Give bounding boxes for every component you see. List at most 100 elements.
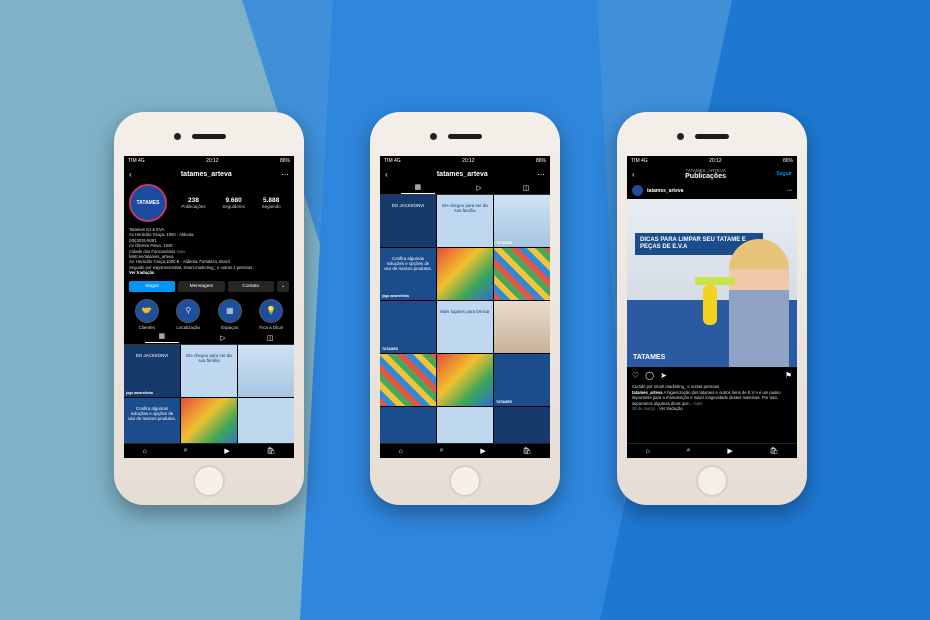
share-icon[interactable]: ➤	[660, 371, 667, 380]
bottom-nav: ⌂ ⌕ ▶ 🛍	[380, 443, 550, 458]
thumbnail-text: DO JACKSONVI	[391, 203, 425, 208]
grid-post-thumbnail[interactable]: TATAMES	[380, 301, 436, 353]
profile-tabs: ▦ ▷ ◫	[380, 182, 550, 195]
status-bar: TIM 4G 20:12 86%	[124, 156, 294, 166]
comment-icon[interactable]: ◯	[645, 371, 654, 380]
shop-icon[interactable]: 🛍	[267, 447, 276, 455]
grid-post-thumbnail[interactable]: Confira algumas soluções e opções de uso…	[124, 397, 180, 450]
grid-post-thumbnail[interactable]: DO JACKSONVI jogo amarelinha	[124, 344, 180, 397]
highlight-clientes[interactable]: 🤝 Clientes	[134, 298, 159, 330]
thumbnail-badge: TATAMES	[496, 400, 513, 404]
contact-button[interactable]: Contato	[227, 280, 274, 292]
post-avatar[interactable]	[632, 185, 643, 196]
highlight-localizacao[interactable]: ⚲ Localização	[176, 298, 201, 330]
grid-post-thumbnail[interactable]	[494, 301, 550, 353]
front-camera	[677, 133, 684, 140]
more-options-icon[interactable]: ⋯	[281, 170, 289, 179]
reels-icon[interactable]: ▶	[480, 447, 485, 455]
speaker-grille	[695, 134, 729, 139]
speaker-grille	[192, 134, 226, 139]
tagged-tab-icon[interactable]: ◫	[267, 334, 274, 342]
thumbnail-text: Mais lugares para brincar	[440, 309, 490, 314]
thumbnail-text: Ele chegou para ser da sua família	[442, 203, 488, 214]
shop-icon[interactable]: 🛍	[523, 447, 532, 455]
grid-tab-icon[interactable]: ▦	[400, 183, 436, 194]
search-icon[interactable]: ⌕	[440, 447, 444, 455]
translate-link[interactable]: Ver tradução	[659, 406, 683, 411]
home-button[interactable]	[449, 465, 481, 497]
reels-icon[interactable]: ▶	[727, 447, 732, 455]
reels-tab-icon[interactable]: ▷	[220, 334, 225, 342]
more-options-icon[interactable]: ⋯	[537, 170, 545, 179]
story-highlights: 🤝 Clientes ⚲ Localização ▦ Espaços 💡 Fica a …	[124, 294, 294, 332]
post-options-icon[interactable]: ⋯	[787, 188, 792, 194]
grid-post-thumbnail[interactable]: DO JACKSONVI	[380, 195, 436, 247]
home-icon[interactable]: ⌂	[142, 448, 146, 455]
stat-posts[interactable]: 238 Publicações	[181, 197, 205, 210]
shop-icon[interactable]: 🛍	[770, 447, 779, 455]
bookmark-icon[interactable]: ⚑	[785, 371, 792, 380]
grid-post-thumbnail[interactable]: Confira algumas soluções e opções de uso…	[380, 248, 436, 300]
caption-text: tatames_arteva A higienização dos tatame…	[632, 390, 792, 407]
grid-post-thumbnail[interactable]: Ele chegou para ser da sua família	[437, 195, 493, 247]
posts-title-text: Publicações	[685, 173, 726, 180]
home-button[interactable]	[193, 465, 225, 497]
bottom-nav: ⌂ ⌕ ▶ 🛍	[627, 443, 797, 458]
carrier-label: TIM 4G	[631, 158, 648, 164]
highlight-fica-a-dica[interactable]: 💡 Fica a Dica!	[259, 298, 284, 330]
post-image[interactable]: DICAS PARA LIMPAR SEU TATAME E PEÇAS DE …	[627, 199, 797, 367]
post-caption: Curtido por smart.marketing_ e outras pe…	[627, 384, 797, 412]
grid-post-thumbnail[interactable]: Ele chegou para ser da sua família	[181, 344, 237, 397]
stat-label: Publicações	[181, 203, 206, 209]
grid-post-thumbnail[interactable]	[437, 248, 493, 300]
more-link[interactable]: mais	[693, 401, 702, 406]
grid-tab-icon[interactable]: ▦	[144, 332, 180, 344]
clock: 20:12	[462, 158, 475, 164]
home-button[interactable]	[696, 465, 728, 497]
stat-label: Seguidores	[222, 203, 245, 209]
message-button[interactable]: Mensagem	[178, 280, 225, 292]
post-actions: ♡ ◯ ➤ ⚑	[627, 367, 797, 384]
profile-header: ‹ tatames_arteva ⋯	[380, 166, 550, 182]
glove-shape	[703, 285, 717, 325]
post-date: 28 de março	[632, 406, 656, 411]
avatar[interactable]: TATAMES	[129, 184, 167, 222]
clock: 20:12	[206, 158, 219, 164]
search-icon[interactable]: ⌕	[184, 447, 188, 455]
suggested-accounts-button[interactable]: ⌄	[276, 280, 289, 292]
brand-logo: TATAMES	[633, 354, 666, 361]
home-icon[interactable]: ⌂	[398, 448, 402, 455]
follow-link[interactable]: Seguir	[776, 171, 792, 177]
heart-icon[interactable]: ♡	[632, 371, 639, 380]
highlight-label: Clientes	[138, 324, 155, 330]
grid-post-thumbnail[interactable]	[238, 344, 294, 397]
phone-grid: TIM 4G 20:12 86% ‹ tatames_arteva ⋯ ▦ ▷ …	[370, 112, 560, 505]
reels-icon[interactable]: ▶	[224, 447, 229, 455]
grid-post-thumbnail[interactable]: TATAMES	[494, 195, 550, 247]
stat-followers[interactable]: 9.680 Seguidores	[222, 197, 245, 210]
more-link[interactable]: mais	[177, 249, 186, 254]
grid-post-thumbnail[interactable]: TATAMES	[494, 354, 550, 406]
grid-post-thumbnail[interactable]: Mais lugares para brincar	[437, 301, 493, 353]
home-icon[interactable]: ⌂	[645, 448, 649, 455]
highlight-espacos[interactable]: ▦ Espaços	[217, 298, 242, 330]
battery-label: 86%	[782, 158, 793, 164]
grid-post-thumbnail[interactable]: TATAMES	[238, 397, 294, 450]
follow-button[interactable]: Seguir	[129, 280, 176, 292]
bio-line-text: Cidade dos Funcionários	[129, 248, 176, 254]
caption-username[interactable]: tatames_arteva	[632, 390, 663, 395]
tagged-tab-icon[interactable]: ◫	[523, 184, 530, 192]
stat-following[interactable]: 5.888 Seguindo	[262, 197, 281, 210]
grid-post-thumbnail[interactable]	[494, 248, 550, 300]
post-username[interactable]: tatames_arteva	[647, 188, 787, 194]
search-icon[interactable]: ⌕	[687, 447, 691, 455]
grid-post-thumbnail[interactable]	[181, 397, 237, 450]
post-grid: DO JACKSONVI jogo amarelinha Ele chegou pa…	[124, 344, 294, 450]
grid-post-thumbnail[interactable]	[437, 354, 493, 406]
grid-post-thumbnail[interactable]	[380, 354, 436, 406]
profile-stats: 238 Publicações 9.680 Seguidores 5.888 Segu…	[173, 197, 289, 210]
thumbnail-badge: jogo amarelinha	[126, 390, 153, 395]
post-screen: TIM 4G 20:12 86% ‹ TATAMES_ARTEVA Publica…	[627, 156, 797, 458]
translate-link[interactable]: Ver tradução	[129, 270, 154, 275]
reels-tab-icon[interactable]: ▷	[476, 184, 481, 192]
